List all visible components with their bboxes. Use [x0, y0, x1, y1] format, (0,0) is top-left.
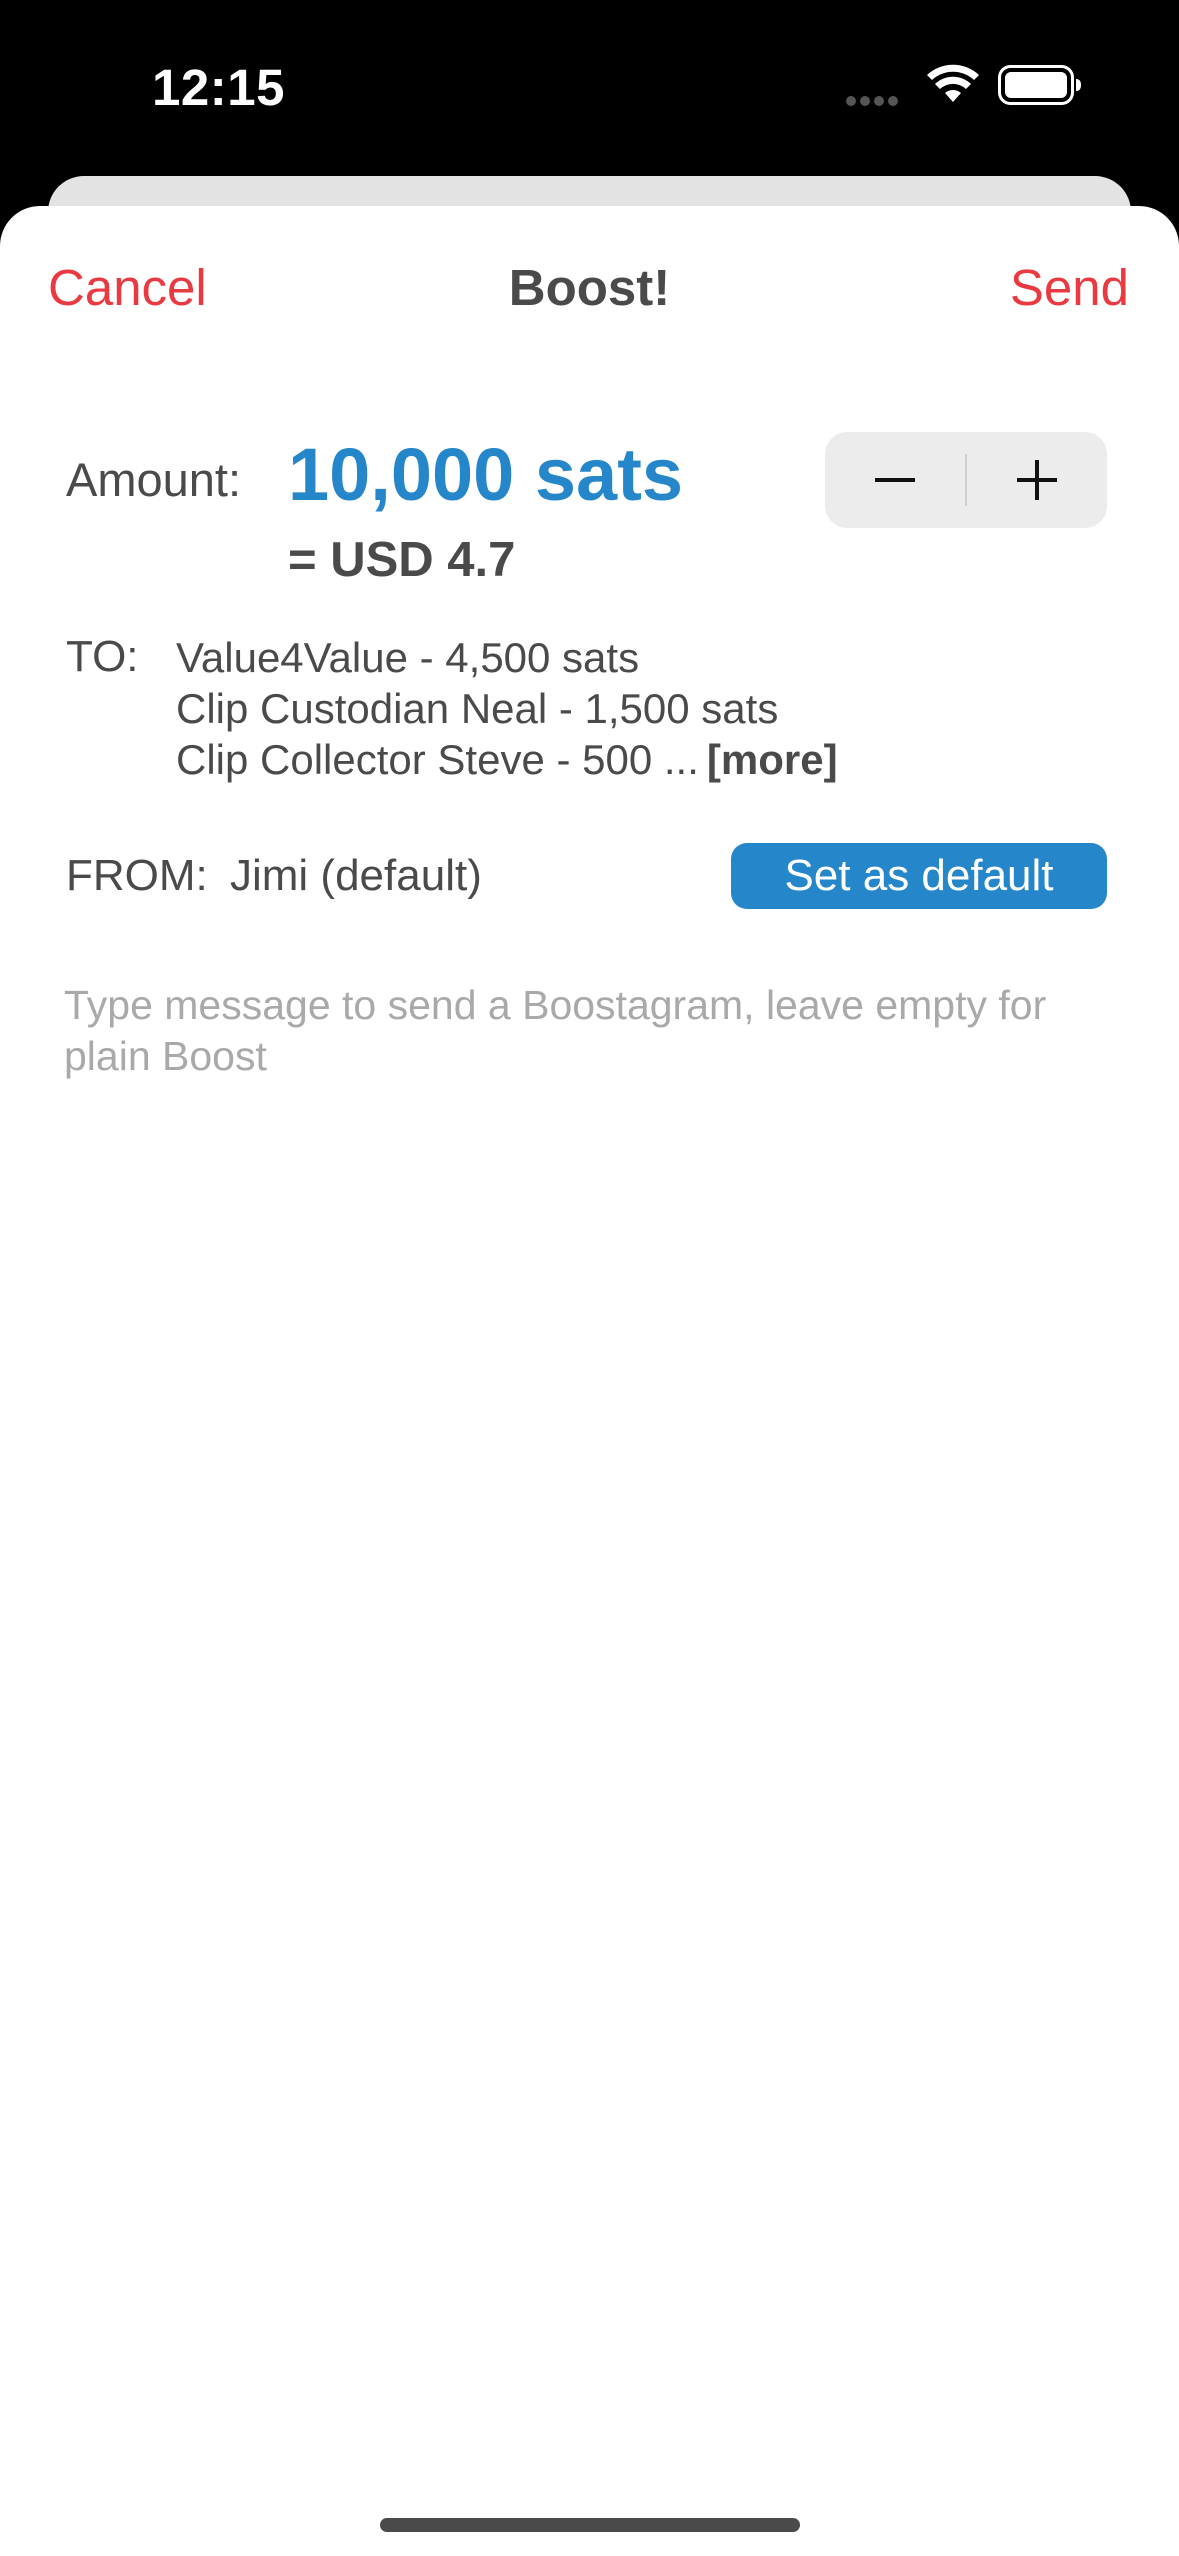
boostagram-message-input[interactable]	[64, 980, 1124, 1100]
increment-button[interactable]	[967, 432, 1107, 528]
home-indicator[interactable]	[380, 2518, 800, 2532]
cellular-signal-icon	[846, 93, 906, 106]
page-title: Boost!	[508, 259, 671, 316]
wifi-icon	[927, 64, 979, 102]
from-wallet[interactable]: Jimi (default)	[230, 851, 482, 901]
status-time: 12:15	[152, 59, 285, 116]
status-bar: 12:15	[0, 0, 1179, 175]
more-link[interactable]: [more]	[707, 736, 838, 783]
amount-fiat-value: = USD 4.7	[288, 533, 516, 587]
decrement-button[interactable]	[825, 432, 965, 528]
send-button[interactable]: Send	[1010, 258, 1129, 317]
amount-stepper	[825, 432, 1107, 528]
recipient-item-last: Clip Collector Steve - 500 ... [more]	[176, 734, 838, 785]
recipient-item-text: Clip Collector Steve - 500 ...	[176, 736, 699, 783]
to-label: TO:	[66, 632, 139, 681]
boost-sheet	[0, 206, 1179, 2556]
plus-icon	[1017, 460, 1057, 500]
minus-icon	[875, 478, 915, 482]
recipient-list: Value4Value - 4,500 sats Clip Custodian …	[176, 632, 838, 785]
recipient-item: Clip Custodian Neal - 1,500 sats	[176, 685, 779, 732]
set-as-default-button[interactable]: Set as default	[731, 843, 1107, 909]
battery-icon	[998, 65, 1081, 105]
recipient-item: Value4Value - 4,500 sats	[176, 634, 640, 681]
amount-value: 10,000 sats	[288, 433, 684, 516]
amount-label: Amount:	[66, 453, 242, 506]
from-label: FROM:	[66, 851, 208, 900]
